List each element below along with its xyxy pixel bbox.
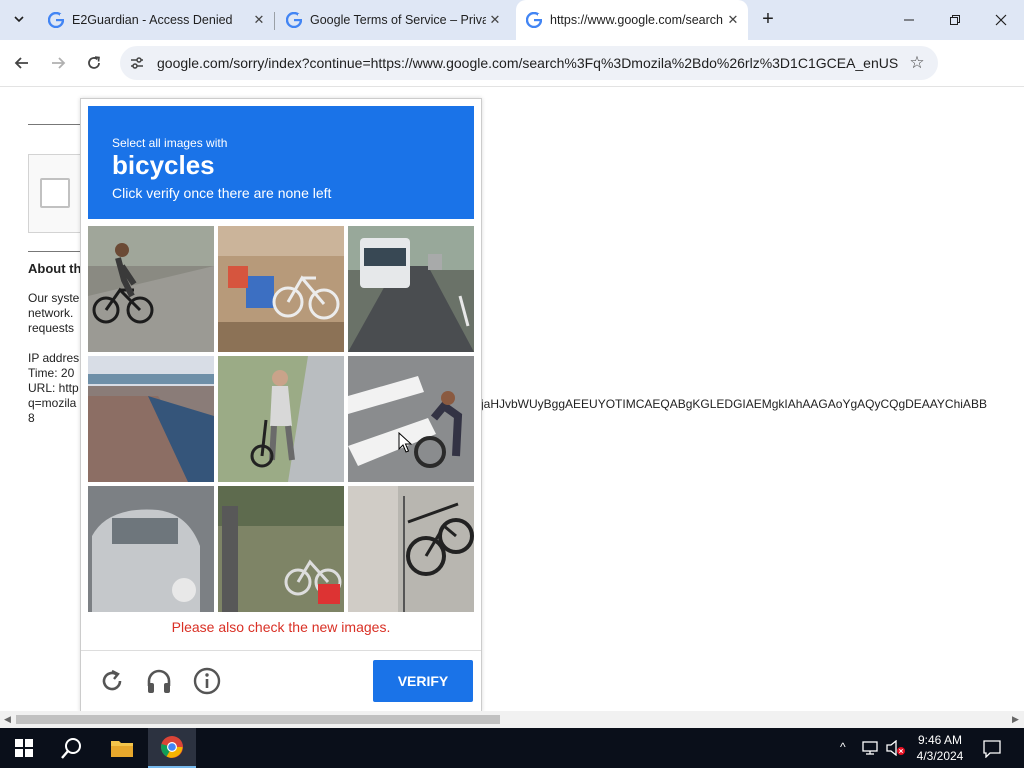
ip-line: IP addres	[28, 351, 80, 365]
tab-google-search[interactable]: https://www.google.com/search ✕	[516, 0, 748, 40]
tray-chevron-icon[interactable]: ^	[840, 740, 846, 754]
captcha-tile-5[interactable]	[218, 356, 344, 482]
network-icon[interactable]	[862, 740, 880, 756]
taskbar: ^ 9:46 AM 4/3/2024	[0, 728, 1024, 768]
tab-google-terms[interactable]: Google Terms of Service – Priva ✕	[276, 6, 510, 34]
query-line: q=mozila	[28, 396, 77, 410]
notification-icon[interactable]	[983, 740, 1001, 758]
close-window-button[interactable]	[981, 8, 1021, 32]
chrome-taskbar-button[interactable]	[148, 728, 196, 768]
clock-date: 4/3/2024	[916, 749, 964, 763]
captcha-tile-3[interactable]	[348, 226, 474, 352]
tab-search-button[interactable]	[6, 6, 32, 32]
captcha-tile-6[interactable]	[348, 356, 474, 482]
reload-button[interactable]	[81, 50, 107, 76]
tab-title: https://www.google.com/search	[550, 13, 723, 27]
google-favicon-icon	[286, 12, 302, 28]
back-button[interactable]	[9, 50, 35, 76]
verify-button[interactable]: VERIFY	[373, 660, 473, 702]
address-text[interactable]: google.com/sorry/index?continue=https://…	[157, 55, 899, 71]
address-bar[interactable]: google.com/sorry/index?continue=https://…	[120, 46, 938, 80]
reload-icon	[88, 56, 100, 69]
url-tail-text: jaHJvbWUyBggAEEUYOTIMCAEQABgKGLEDGIAEMgk…	[481, 397, 987, 411]
taskbar-search-button[interactable]	[48, 728, 96, 768]
minimize-icon	[904, 19, 914, 21]
captcha-tile-7[interactable]	[88, 486, 214, 612]
tab-title: E2Guardian - Access Denied	[72, 13, 233, 27]
tab-title: Google Terms of Service – Priva	[310, 13, 486, 27]
captcha-challenge: Select all images with bicycles Click ve…	[80, 98, 482, 712]
file-explorer-button[interactable]	[98, 728, 146, 768]
divider	[28, 251, 80, 252]
captcha-tile-8[interactable]	[218, 486, 344, 612]
bookmark-star-icon[interactable]: ☆	[907, 53, 927, 73]
captcha-target: bicycles	[112, 150, 215, 180]
captcha-header: Select all images with bicycles Click ve…	[88, 106, 474, 219]
scrollbar-thumb[interactable]	[16, 715, 500, 724]
forward-button[interactable]	[45, 50, 71, 76]
captcha-instruction: Select all images with	[112, 136, 228, 150]
close-icon[interactable]: ✕	[724, 11, 742, 29]
scroll-right-icon[interactable]: ▶	[1012, 714, 1019, 725]
search-icon	[61, 738, 81, 759]
system-clock[interactable]: 9:46 AM 4/3/2024	[905, 732, 975, 764]
close-icon	[995, 14, 1007, 26]
captcha-subtext: Click verify once there are none left	[112, 185, 332, 201]
headphones-icon[interactable]	[144, 666, 174, 696]
back-arrow-icon	[14, 57, 28, 69]
minimize-button[interactable]	[889, 8, 929, 32]
scroll-left-icon[interactable]: ◀	[4, 714, 11, 725]
volume-muted-icon[interactable]	[886, 740, 906, 756]
mouse-cursor-icon	[398, 432, 412, 453]
toolbar: google.com/sorry/index?continue=https://…	[0, 40, 1024, 115]
captcha-error-message: Please also check the new images.	[171, 619, 391, 635]
close-icon[interactable]: ✕	[250, 11, 268, 29]
google-favicon-icon	[526, 12, 542, 28]
captcha-grid	[88, 226, 474, 612]
google-favicon-icon	[48, 12, 64, 28]
recaptcha-checkbox[interactable]	[40, 178, 70, 208]
windows-logo-icon	[15, 739, 33, 757]
captcha-tile-9[interactable]	[348, 486, 474, 612]
captcha-tile-2[interactable]	[218, 226, 344, 352]
captcha-tile-4[interactable]	[88, 356, 214, 482]
tab-e2guardian[interactable]: E2Guardian - Access Denied ✕	[38, 6, 275, 34]
chrome-icon	[161, 736, 183, 758]
forward-arrow-icon	[52, 57, 66, 69]
horizontal-scrollbar[interactable]: ◀ ▶	[0, 711, 1024, 728]
site-settings-icon[interactable]	[128, 54, 146, 72]
reload-challenge-icon[interactable]	[97, 666, 127, 696]
new-tab-button[interactable]: +	[757, 9, 779, 31]
paragraph-line: network.	[28, 306, 74, 320]
chevron-down-icon	[14, 16, 24, 23]
info-icon[interactable]	[192, 666, 222, 696]
folder-icon	[111, 741, 133, 757]
tab-strip: E2Guardian - Access Denied ✕ Google Term…	[0, 0, 1024, 40]
paragraph-line: Our syste	[28, 291, 80, 305]
captcha-footer: VERIFY	[81, 650, 481, 712]
about-heading: About th	[28, 261, 82, 276]
close-icon[interactable]: ✕	[486, 11, 504, 29]
clock-time: 9:46 AM	[917, 733, 963, 747]
url-line: URL: http	[28, 381, 79, 395]
captcha-tile-1[interactable]	[88, 226, 214, 352]
start-button[interactable]	[0, 728, 48, 768]
divider	[28, 124, 80, 125]
paragraph-line: requests	[28, 321, 75, 335]
time-line: Time: 20	[28, 366, 75, 380]
restore-button[interactable]	[935, 8, 975, 32]
restore-icon	[950, 15, 960, 25]
url-line-end: 8	[28, 411, 35, 425]
